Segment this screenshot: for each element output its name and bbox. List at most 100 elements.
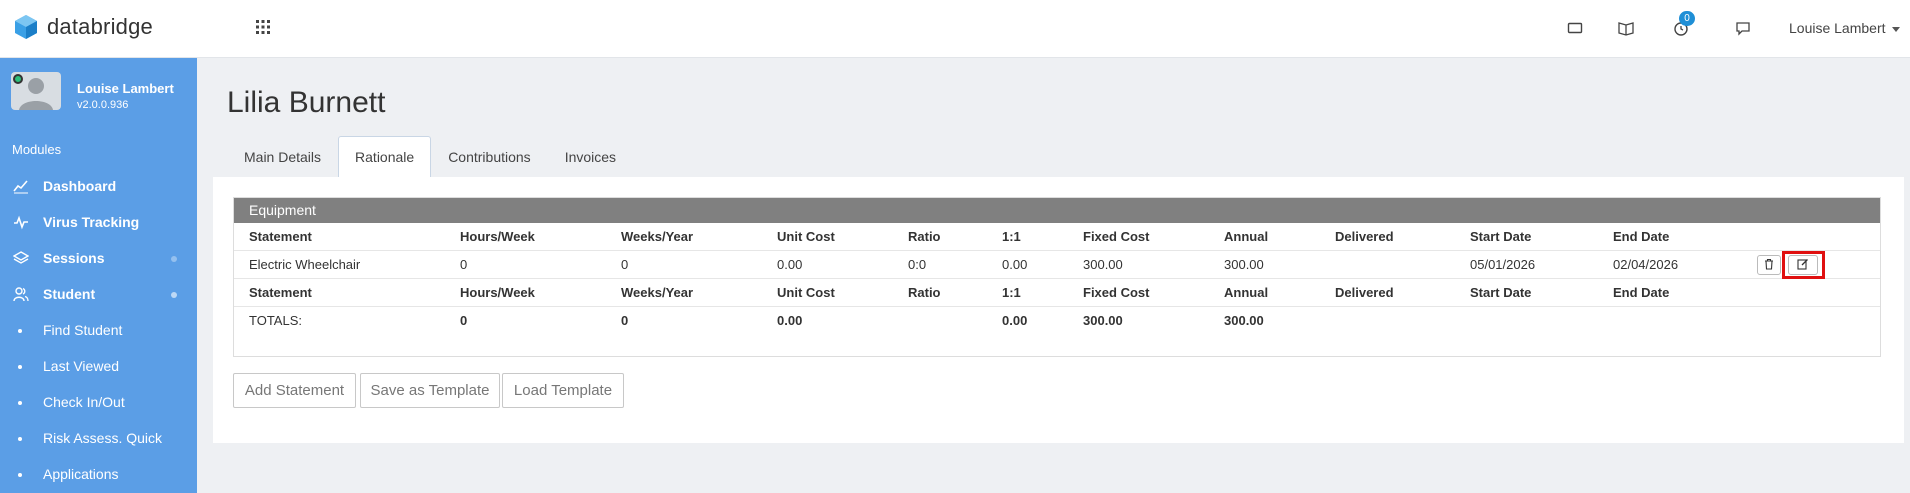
column-header: Fixed Cost [1083,229,1150,244]
expand-indicator-icon [171,292,177,298]
totals-row: TOTALS: 0 0 0.00 0.00 300.00 300.00 [234,307,1880,335]
cell-ratio: 0:0 [908,257,927,272]
sidebar-subitem-label: Risk Assess. Quick [43,430,163,446]
cell-end-date: 02/04/2026 [1613,257,1679,272]
column-header: Statement [249,229,312,244]
tab-rationale[interactable]: Rationale [338,136,432,177]
expand-indicator-icon [171,256,177,262]
bullet-icon [18,437,22,441]
sidebar-subitem-label: Applications [43,466,119,482]
total-fixed-cost: 300.00 [1083,313,1123,328]
equipment-section-title: Equipment [234,198,1880,223]
cell-hours-week: 0 [460,257,468,272]
bullet-icon [18,365,22,369]
sidebar-subitem-label: Last Viewed [43,358,120,374]
cell-one-to-one: 0.00 [1002,257,1028,272]
sidebar-subitem-applications[interactable]: Applications [0,459,197,489]
top-bar: databridge 0 Louise Lambert [0,0,1910,58]
trash-icon [1765,258,1773,270]
user-menu[interactable]: Louise Lambert [1789,20,1900,36]
sidebar: Louise Lambert v2.0.0.936 Modules Dashbo… [0,58,197,493]
add-statement-button[interactable]: Add Statement [233,373,356,408]
pulse-icon [14,215,28,230]
totals-label: TOTALS: [249,313,302,328]
bullet-icon [18,329,22,333]
page-title: Lilia Burnett [227,86,386,119]
cell-start-date: 05/01/2026 [1470,257,1536,272]
brand-name: databridge [47,14,153,39]
sidebar-item-sessions[interactable]: Sessions [0,243,197,273]
brand-logo-icon [15,15,37,39]
total-annual: 300.00 [1224,313,1264,328]
bullet-icon [18,473,22,477]
column-header: End Date [1613,229,1670,244]
tab-invoices[interactable]: Invoices [548,136,633,177]
column-header: Statement [249,285,312,300]
cell-annual: 300.00 [1224,257,1264,272]
delete-row-button[interactable] [1757,255,1781,275]
column-header: Delivered [1335,285,1394,300]
sidebar-item-student[interactable]: Student [0,279,197,309]
sidebar-subitem-find-student[interactable]: Find Student [0,315,197,345]
apps-grid-icon[interactable] [256,20,270,34]
sidebar-subitem-label: Check In/Out [43,394,125,410]
sidebar-item-dashboard[interactable]: Dashboard [0,171,197,201]
column-header: Ratio [908,229,941,244]
column-header: Weeks/Year [621,285,694,300]
table-row: Electric Wheelchair 0 0 0.00 0:0 0.00 30… [234,251,1880,279]
notification-badge: 0 [1679,11,1695,26]
sidebar-item-virus-tracking[interactable]: Virus Tracking [0,207,197,237]
column-header: 1:1 [1002,285,1021,300]
brand[interactable]: databridge [14,14,153,40]
chart-line-icon [13,180,28,194]
save-as-template-button[interactable]: Save as Template [360,373,500,408]
table-header-row: Statement Hours/Week Weeks/Year Unit Cos… [234,223,1880,251]
column-header: Start Date [1470,229,1532,244]
sidebar-subitem-risk-assess-quick[interactable]: Risk Assess. Quick [0,423,197,453]
column-header: Delivered [1335,229,1394,244]
column-header: Weeks/Year [621,229,694,244]
cell-statement: Electric Wheelchair [249,257,361,272]
column-header: Annual [1224,285,1269,300]
column-header: 1:1 [1002,229,1021,244]
modules-label: Modules [12,142,62,157]
total-one-to-one: 0.00 [1002,313,1028,328]
profile-version: v2.0.0.936 [77,99,129,111]
book-icon[interactable] [1617,19,1635,37]
column-header: Unit Cost [777,229,835,244]
totals-header-row: Statement Hours/Week Weeks/Year Unit Cos… [234,279,1880,307]
load-template-button[interactable]: Load Template [502,373,624,408]
sidebar-subitem-last-viewed[interactable]: Last Viewed [0,351,197,381]
column-header: End Date [1613,285,1670,300]
user-menu-label: Louise Lambert [1789,20,1886,36]
equipment-table: Equipment Statement Hours/Week Weeks/Yea… [233,197,1881,357]
sidebar-profile[interactable]: Louise Lambert v2.0.0.936 [11,72,191,112]
cell-unit-cost: 0.00 [777,257,803,272]
tab-main-details[interactable]: Main Details [227,136,338,177]
total-weeks-year: 0 [621,313,629,328]
tab-contributions[interactable]: Contributions [431,136,548,177]
users-icon [13,287,29,302]
sidebar-item-label: Virus Tracking [43,214,140,230]
column-header: Ratio [908,285,941,300]
tablet-icon[interactable] [1566,19,1584,37]
cell-fixed-cost: 300.00 [1083,257,1123,272]
online-status-icon [13,74,23,84]
column-header: Start Date [1470,285,1532,300]
edit-button-highlight [1782,251,1825,279]
total-hours-week: 0 [460,313,468,328]
tab-bar: Main Details Rationale Contributions Inv… [227,136,633,177]
column-header: Unit Cost [777,285,835,300]
caret-down-icon [1891,26,1900,32]
column-header: Annual [1224,229,1269,244]
column-header: Fixed Cost [1083,285,1150,300]
chat-icon[interactable] [1734,19,1752,37]
column-header: Hours/Week [460,285,535,300]
column-header: Hours/Week [460,229,535,244]
rationale-panel: Equipment Statement Hours/Week Weeks/Yea… [213,177,1904,443]
sidebar-subitem-check-in-out[interactable]: Check In/Out [0,387,197,417]
sidebar-subitem-label: Find Student [43,322,123,338]
sidebar-item-label: Student [43,286,96,302]
profile-name: Louise Lambert [77,81,174,96]
bullet-icon [18,401,22,405]
